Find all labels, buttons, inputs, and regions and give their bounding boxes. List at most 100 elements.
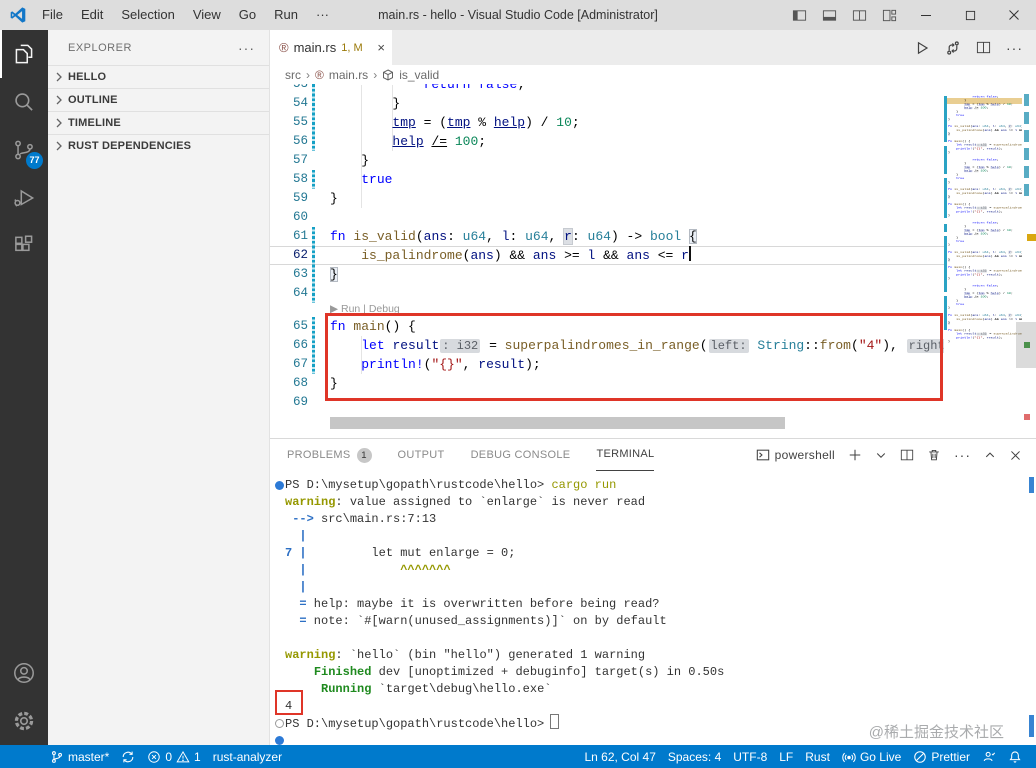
menu-[interactable]: ··· [307,0,338,30]
error-count-icon [147,750,161,764]
code-line-67[interactable]: 67 println!("{}", result); [270,355,944,374]
code-line-68[interactable]: 68} [270,374,944,393]
panel-tab-debug-console[interactable]: DEBUG CONSOLE [471,440,571,471]
panel-tab-terminal[interactable]: TERMINAL [596,440,654,471]
accounts-button[interactable] [0,649,48,697]
breadcrumb-src[interactable]: src [285,68,301,82]
terminal-line[interactable]: Running `target\debug\hello.exe` [270,681,1036,698]
sidebar-item-search[interactable] [0,78,48,126]
chevron-down-icon[interactable] [875,449,887,461]
sidebar-section-outline[interactable]: OUTLINE [48,88,269,111]
explorer-more-actions-button[interactable]: ··· [238,40,255,56]
files-icon [11,41,37,67]
line-number: 66 [270,336,308,355]
menu-go[interactable]: Go [230,0,265,30]
code-line-55[interactable]: 55 tmp = (tmp % help) / 10; [270,113,944,132]
branch-status[interactable]: master* [44,746,115,768]
editor-area: ® main.rs 1, M × ··· [270,30,1036,438]
terminal-line[interactable] [270,630,1036,647]
sidebar-item-explorer[interactable] [0,30,48,78]
terminal-line[interactable]: 4 [270,698,1036,715]
tab-close-icon[interactable]: × [377,40,385,55]
minimap[interactable]: return false; } tmp = (tmp % help) / 10;… [944,84,1022,438]
chevron-up-icon[interactable] [984,449,996,461]
code-line-69[interactable]: 69 [270,393,944,412]
horizontal-scrollbar[interactable] [330,417,785,429]
tab-main-rs[interactable]: ® main.rs 1, M × [270,30,392,65]
command-decoration-filled[interactable] [275,481,284,490]
code-line-58[interactable]: 58 true [270,170,944,189]
close-icon[interactable] [992,0,1036,30]
terminal-line[interactable]: | [270,579,1036,596]
codelens-run-debug[interactable]: ▶ Run | Debug [270,303,944,317]
code-line-62[interactable]: 62 is_palindrome(ans) && ans >= l && ans… [270,246,944,265]
plus-icon[interactable] [848,448,862,462]
sync-button[interactable] [115,746,141,768]
terminal-line[interactable]: PS D:\mysetup\gopath\rustcode\hello> car… [270,477,1036,494]
terminal[interactable]: PS D:\mysetup\gopath\rustcode\hello> car… [270,471,1036,745]
code-line-54[interactable]: 54 } [270,94,944,113]
terminal-line[interactable]: = note: `#[warn(unused_assignments)]` on… [270,613,1036,630]
code-line-59[interactable]: 59} [270,189,944,208]
terminal-line[interactable]: --> src\main.rs:7:13 [270,511,1036,528]
breadcrumb-is-valid[interactable]: is_valid [399,68,439,82]
code-line-65[interactable]: 65fn main() { [270,317,944,336]
problems-status[interactable]: 0 1 [141,746,206,768]
panel-tab-output[interactable]: OUTPUT [398,440,445,471]
sidebar-item-run-and-debug[interactable] [0,174,48,222]
sidebar-item-source-control[interactable]: 77 [0,126,48,174]
sidebar-section-rust-dependencies[interactable]: RUST DEPENDENCIES [48,134,269,157]
more-actions-icon[interactable]: ··· [1006,40,1023,56]
terminal-shell-selector[interactable]: powershell [756,448,835,462]
menu-run[interactable]: Run [265,0,307,30]
code-line-53[interactable]: 53 return false; [270,84,944,94]
rust-file-icon: ® [279,40,289,55]
layout-split-icon[interactable] [844,0,874,30]
menu-file[interactable]: File [33,0,72,30]
menu-selection[interactable]: Selection [112,0,183,30]
vertical-scrollbar[interactable] [1016,322,1036,368]
split-editor-icon[interactable] [976,40,991,55]
more-actions-icon[interactable]: ··· [954,447,971,463]
menu-view[interactable]: View [184,0,230,30]
run-or-debug-icon[interactable] [945,40,961,56]
problems-badge: 1 [357,448,372,463]
command-decoration-hollow[interactable] [275,719,284,728]
terminal-line[interactable]: 7 | let mut enlarge = 0; [270,545,1036,562]
code-line-57[interactable]: 57 } [270,151,944,170]
sync-icon [121,750,135,764]
code-line-60[interactable]: 60 [270,208,944,227]
menu-edit[interactable]: Edit [72,0,112,30]
code-line-56[interactable]: 56 help /= 100; [270,132,944,151]
code-line-64[interactable]: 64 [270,284,944,303]
maximize-icon[interactable] [948,0,992,30]
code-line-61[interactable]: 61fn is_valid(ans: u64, l: u64, r: u64) … [270,227,944,246]
trash-icon[interactable] [927,448,941,462]
terminal-line[interactable]: warning: value assigned to `enlarge` is … [270,494,1036,511]
run-icon[interactable] [914,40,930,56]
sidebar-explorer: EXPLORER ··· HELLOOUTLINETIMELINERUST DE… [48,30,270,745]
sidebar-section-hello[interactable]: HELLO [48,65,269,88]
split-terminal-icon[interactable] [900,448,914,462]
layout-sidebar-icon[interactable] [784,0,814,30]
terminal-line[interactable]: = help: maybe it is overwritten before b… [270,596,1036,613]
settings-button[interactable] [0,697,48,745]
terminal-line[interactable]: | [270,528,1036,545]
code-line-63[interactable]: 63} [270,265,944,284]
minimize-icon[interactable] [904,0,948,30]
close-panel-icon[interactable] [1009,449,1022,462]
panel-tab-problems[interactable]: PROBLEMS1 [287,440,372,471]
terminal-line[interactable]: Finished dev [unoptimized + debuginfo] t… [270,664,1036,681]
code-line-66[interactable]: 66 let result: i32 = superpalindromes_in… [270,336,944,355]
layout-panel-icon[interactable] [814,0,844,30]
line-number: 65 [270,317,308,336]
code-editor[interactable]: 53 return false;54 }55 tmp = (tmp % help… [270,84,1036,438]
breadcrumb-main-rs[interactable]: main.rs [329,68,368,82]
sidebar-section-timeline[interactable]: TIMELINE [48,111,269,134]
sidebar-item-extensions[interactable] [0,222,48,270]
terminal-line[interactable]: warning: `hello` (bin "hello") generated… [270,647,1036,664]
terminal-line[interactable]: | ^^^^^^^ [270,562,1036,579]
command-decoration-filled[interactable] [275,736,284,745]
layout-grid-icon[interactable] [874,0,904,30]
terminal-icon [756,448,770,462]
